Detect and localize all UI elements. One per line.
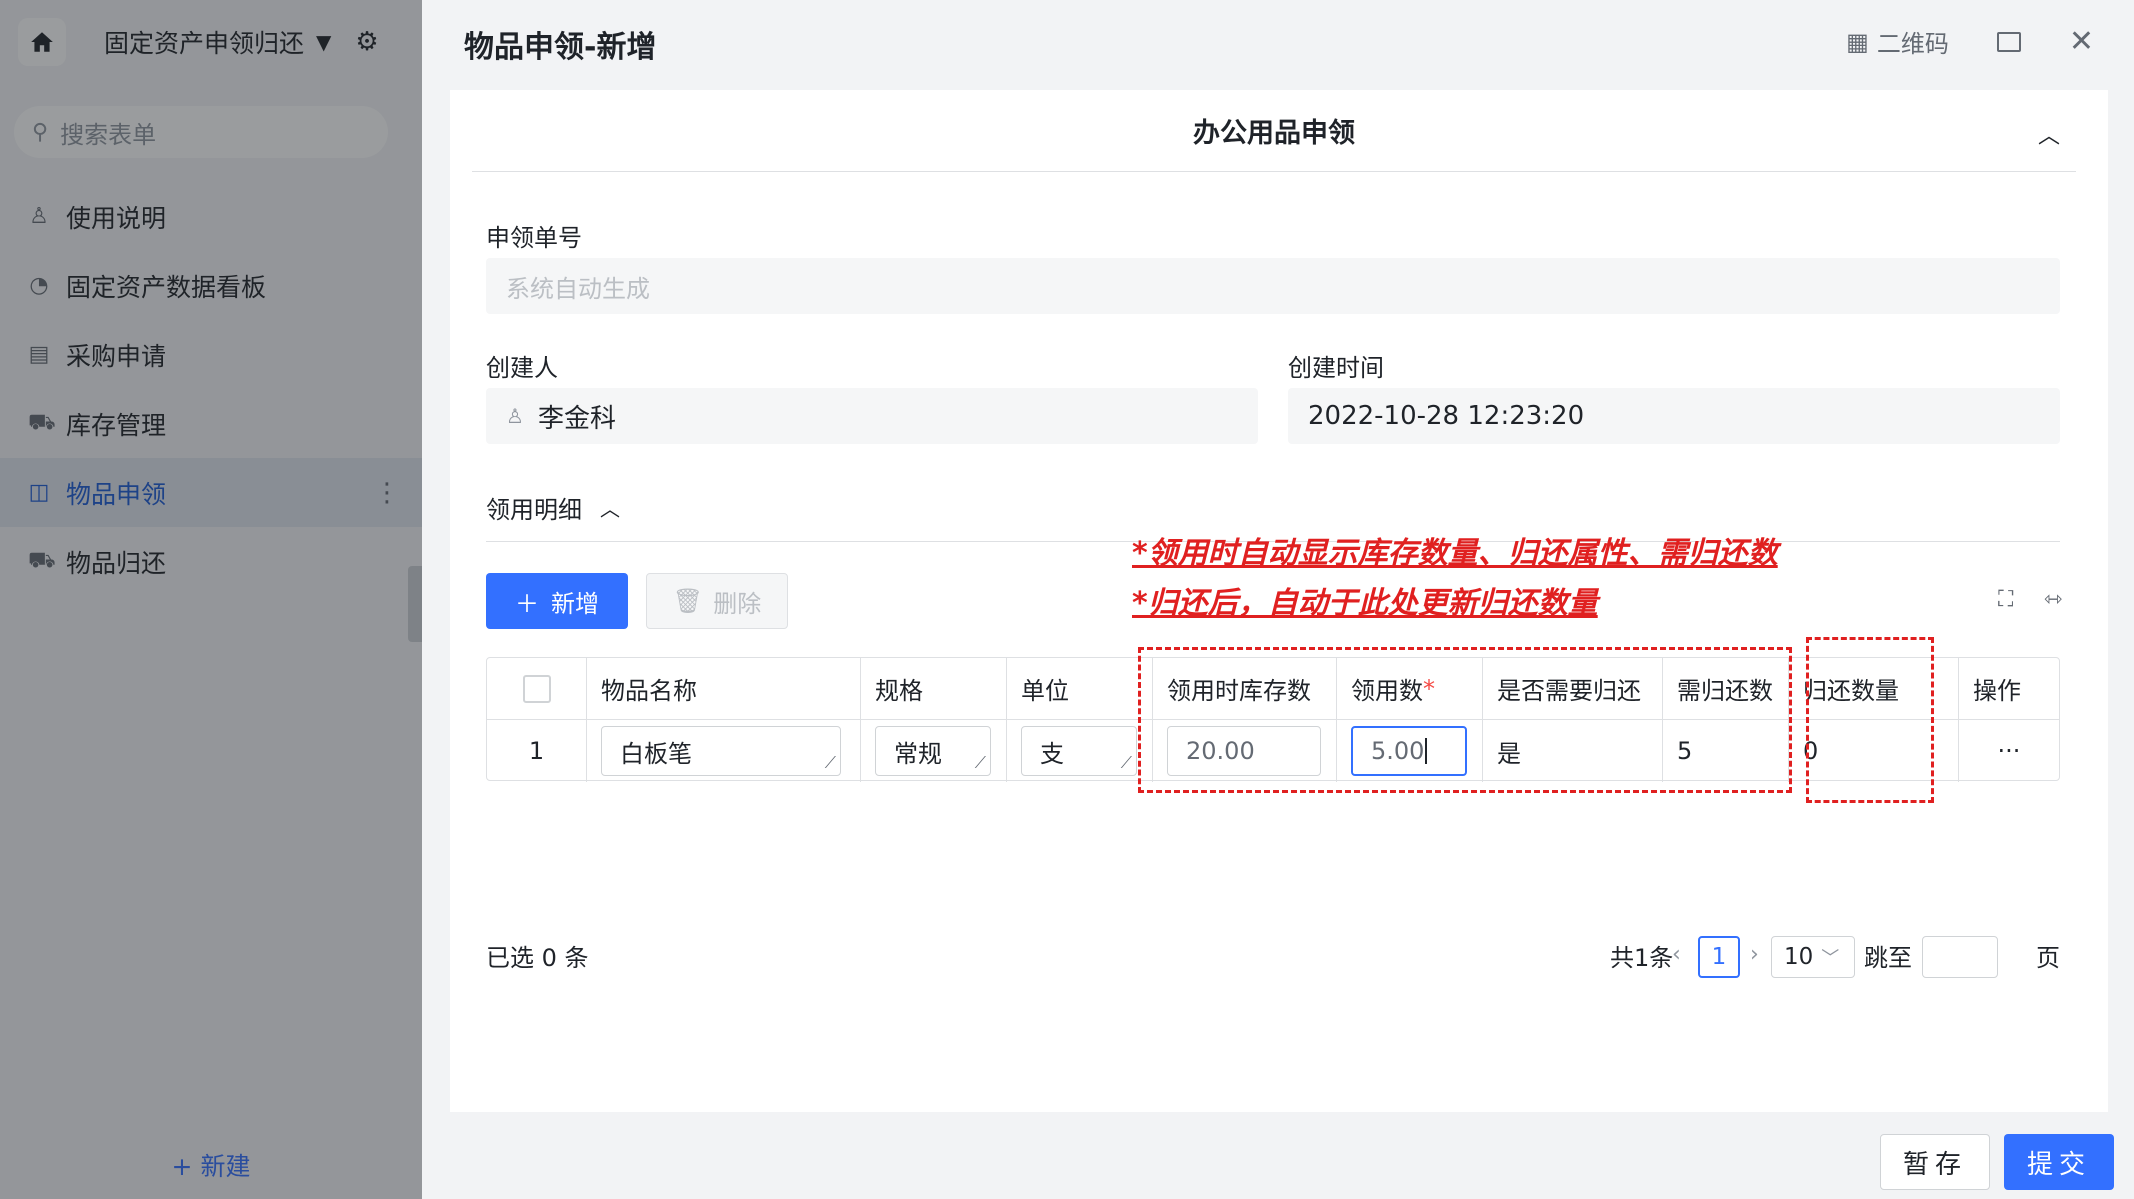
modal-header: 物品申领-新增 ▦ 二维码 ✕: [422, 0, 2134, 88]
add-row-label: 新增: [551, 589, 599, 618]
current-page[interactable]: 1: [1698, 936, 1740, 978]
close-icon[interactable]: ✕: [2069, 26, 2094, 57]
qr-code-icon: ▦: [1846, 27, 1869, 56]
delete-row-button[interactable]: 🗑 删除: [646, 573, 788, 629]
row-more-icon[interactable]: ···: [1959, 720, 2059, 782]
spec-input[interactable]: 常规 ⟋: [875, 726, 991, 776]
save-draft-button[interactable]: 暂存: [1880, 1134, 1990, 1190]
order-no-field: 系统自动生成: [486, 258, 2060, 314]
selected-count: 已选 0 条: [486, 944, 589, 972]
unit-input[interactable]: 支 ⟋: [1021, 726, 1137, 776]
section-header: 办公用品申领 ︿: [472, 90, 2076, 172]
qr-code-button[interactable]: ▦ 二维码: [1846, 24, 1949, 59]
annotation-box-auto-fields: [1138, 647, 1792, 793]
cell-unit: 支 ⟋: [1007, 720, 1153, 782]
page-size-select[interactable]: 10 ﹀: [1771, 936, 1855, 978]
page-size-value: 10: [1784, 944, 1814, 970]
header-ops: 操作: [1973, 677, 2021, 705]
next-page-icon[interactable]: ›: [1750, 942, 1759, 967]
jump-page-input[interactable]: [1922, 936, 1998, 978]
header-select-all: [487, 658, 587, 719]
prev-page-icon[interactable]: ‹: [1672, 942, 1681, 967]
header-name: 物品名称: [587, 658, 861, 719]
form-card: 办公用品申领 ︿ 申领单号 系统自动生成 创建人 ♙ 李金科 创建时间 2022…: [450, 90, 2108, 1112]
resize-grip-icon: ⟋: [824, 753, 836, 772]
modal-overlay[interactable]: [0, 0, 422, 1199]
add-row-button[interactable]: ＋ 新增: [486, 573, 628, 629]
creator-label: 创建人: [486, 354, 558, 382]
row-index: 1: [487, 720, 587, 782]
submit-button[interactable]: 提交: [2004, 1134, 2114, 1190]
order-no-label: 申领单号: [486, 224, 582, 252]
detail-subtitle[interactable]: 领用明细 ︿: [486, 490, 620, 525]
modal-tools: ▦ 二维码 ✕: [1846, 24, 2094, 59]
created-time-field: 2022-10-28 12:23:20: [1288, 388, 2060, 444]
user-icon: ♙: [506, 404, 524, 428]
creator-field[interactable]: ♙ 李金科: [486, 388, 1258, 444]
detail-title: 领用明细: [486, 496, 582, 524]
unit-value: 支: [1040, 739, 1064, 768]
column-width-icon[interactable]: ⇿: [2044, 587, 2062, 612]
item-name-input[interactable]: 白板笔 ⟋: [601, 726, 841, 776]
select-all-checkbox[interactable]: [522, 674, 551, 703]
annotation-box-returned: [1806, 637, 1934, 803]
delete-row-label: 删除: [713, 589, 762, 618]
page-suffix: 页: [2036, 944, 2060, 972]
creator-value: 李金科: [537, 403, 616, 434]
annotation-line-1: *领用时自动显示库存数量、归还属性、需归还数: [1132, 536, 1778, 571]
cell-name: 白板笔 ⟋: [587, 720, 861, 782]
chevron-up-icon[interactable]: ︿: [2038, 118, 2060, 150]
modal-title: 物品申领-新增: [464, 30, 657, 65]
maximize-icon[interactable]: [1996, 31, 2021, 52]
section-title: 办公用品申领: [1193, 118, 1355, 149]
resize-grip-icon: ⟋: [1120, 753, 1132, 772]
jump-label: 跳至: [1864, 944, 1912, 972]
fullscreen-icon[interactable]: ⛶: [1998, 587, 2013, 612]
resize-grip-icon: ⟋: [974, 753, 986, 772]
created-time-label: 创建时间: [1288, 354, 1384, 382]
chevron-down-icon: ﹀: [1821, 948, 1840, 969]
header-unit: 单位: [1007, 658, 1153, 719]
spec-value: 常规: [894, 739, 942, 768]
cell-spec: 常规 ⟋: [861, 720, 1007, 782]
plus-icon: ＋: [515, 589, 539, 618]
modal: 物品申领-新增 ▦ 二维码 ✕ 办公用品申领 ︿ 申领单号 系统自动生成 创建人…: [422, 0, 2134, 1199]
chevron-up-icon: ︿: [600, 497, 620, 521]
created-time-value: 2022-10-28 12:23:20: [1308, 401, 1585, 431]
trash-icon: 🗑: [672, 587, 704, 615]
qr-code-label: 二维码: [1876, 30, 1949, 58]
header-spec: 规格: [861, 658, 1007, 719]
item-name-value: 白板笔: [620, 739, 692, 768]
annotation-line-2: *归还后，自动于此处更新归还数量: [1132, 586, 1598, 621]
total-count: 共1条: [1610, 944, 1674, 972]
